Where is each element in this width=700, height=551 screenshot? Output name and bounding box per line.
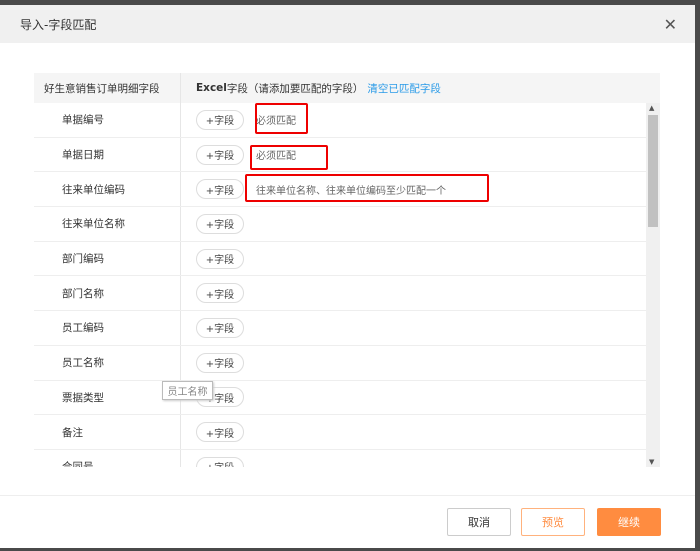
close-icon[interactable]: ✕: [664, 15, 677, 34]
col-header-excel: Excel 字段（请添加要匹配的字段） 清空已匹配字段: [181, 73, 441, 103]
add-field-button[interactable]: +字段: [196, 144, 244, 165]
add-field-button[interactable]: +字段: [196, 352, 244, 373]
scroll-down-icon[interactable]: ▼: [649, 458, 654, 466]
field-label: 员工名称: [34, 345, 181, 380]
add-field-button[interactable]: +字段: [196, 248, 244, 269]
table-row: 单据日期 +字段 必须匹配: [34, 137, 646, 173]
field-label: 合同号: [34, 449, 181, 467]
table-body[interactable]: ▲ ▼ 单据编号 +字段 必须匹配 单据日期 +字段 必须匹配 往来单位编码 +字段 往来…: [34, 103, 660, 467]
table-row: 员工名称 +字段: [34, 345, 646, 381]
table-row: 员工编码 +字段: [34, 311, 646, 346]
table-row: 单据编号 +字段 必须匹配: [34, 103, 646, 138]
field-label: 票据类型: [34, 380, 181, 415]
field-label: 往来单位名称: [34, 207, 181, 241]
continue-button[interactable]: 继续: [597, 508, 661, 536]
scroll-up-icon[interactable]: ▲: [649, 104, 654, 112]
clear-matched-link[interactable]: 清空已匹配字段: [367, 81, 441, 96]
table-row: 票据类型 +字段: [34, 380, 646, 416]
table-row: 合同号 +字段: [34, 449, 646, 467]
table-row: 部门编码 +字段: [34, 241, 646, 277]
table-row: 部门名称 +字段: [34, 276, 646, 312]
table-row: 往来单位名称 +字段: [34, 207, 646, 242]
preview-button[interactable]: 预览: [521, 508, 585, 536]
dialog-header: 导入-字段匹配: [0, 5, 695, 43]
highlight-box: [250, 145, 328, 170]
cancel-button[interactable]: 取消: [447, 508, 511, 536]
footer-divider: [0, 495, 695, 496]
highlight-box: [245, 174, 489, 202]
field-label: 部门名称: [34, 276, 181, 311]
add-field-button[interactable]: +字段: [196, 283, 244, 304]
highlight-box: [255, 103, 308, 134]
scrollbar[interactable]: ▲ ▼: [646, 103, 660, 467]
excel-header-text: 字段（请添加要匹配的字段）: [226, 82, 364, 95]
dialog-title: 导入-字段匹配: [20, 17, 97, 32]
table-header: 好生意销售订单明细字段 Excel 字段（请添加要匹配的字段） 清空已匹配字段: [34, 73, 660, 103]
scrollbar-thumb[interactable]: [648, 115, 658, 227]
field-match-dialog: 导入-字段匹配 ✕ 好生意销售订单明细字段 Excel 字段（请添加要匹配的字段）…: [0, 5, 695, 548]
excel-label: Excel: [196, 82, 227, 94]
col-header-system: 好生意销售订单明细字段: [34, 73, 181, 103]
field-label: 员工编码: [34, 311, 181, 345]
tooltip: 员工名称: [162, 381, 213, 400]
field-table: 好生意销售订单明细字段 Excel 字段（请添加要匹配的字段） 清空已匹配字段 ▲ …: [34, 73, 660, 467]
field-label: 单据编号: [34, 103, 181, 137]
table-row: 备注 +字段: [34, 415, 646, 450]
add-field-button[interactable]: +字段: [196, 109, 244, 130]
field-label: 备注: [34, 415, 181, 449]
field-label: 往来单位编码: [34, 172, 181, 207]
add-field-button[interactable]: +字段: [196, 422, 244, 443]
field-label: 单据日期: [34, 137, 181, 172]
add-field-button[interactable]: +字段: [196, 456, 244, 467]
field-label: 部门编码: [34, 241, 181, 276]
add-field-button[interactable]: +字段: [196, 179, 244, 200]
add-field-button[interactable]: +字段: [196, 213, 244, 234]
add-field-button[interactable]: +字段: [196, 317, 244, 338]
